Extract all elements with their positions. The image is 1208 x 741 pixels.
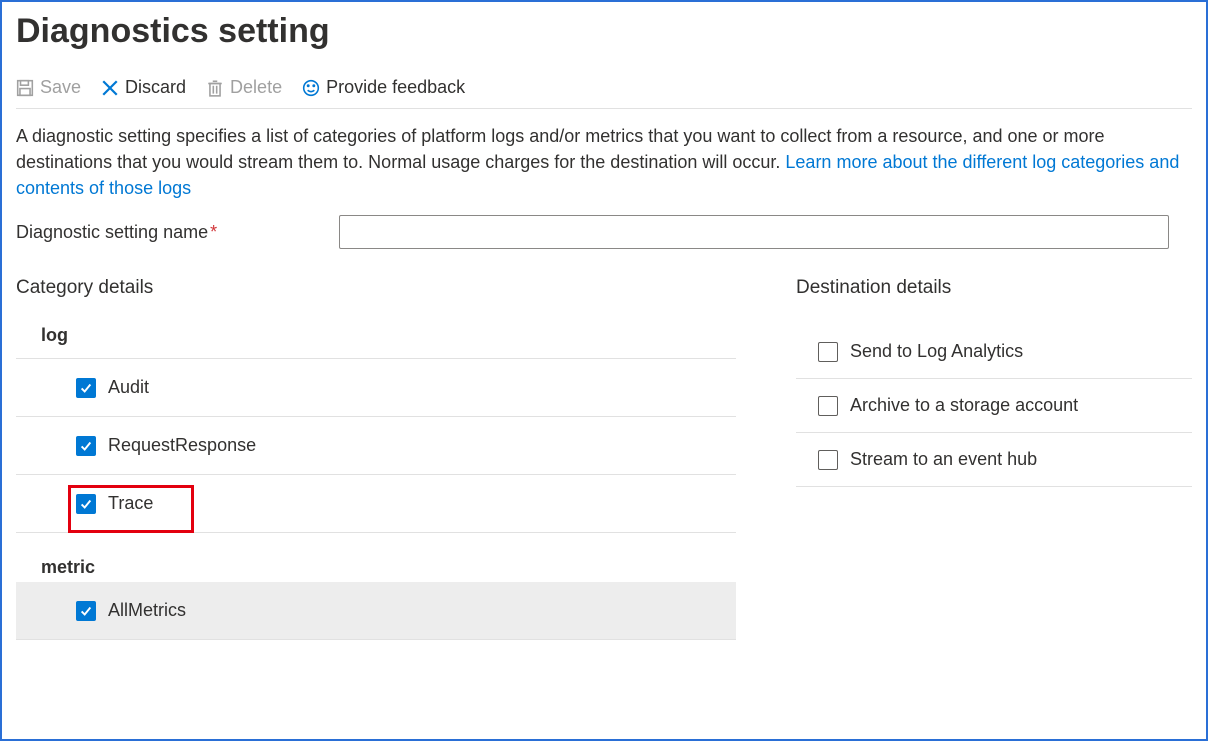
discard-button[interactable]: Discard [101, 77, 186, 98]
log-label: Trace [108, 493, 153, 514]
destination-row: Send to Log Analytics [796, 325, 1192, 379]
category-heading: Category details [16, 277, 736, 299]
trash-icon [206, 79, 224, 97]
log-group-label: log [16, 325, 736, 359]
destination-details-column: Destination details Send to Log Analytic… [796, 277, 1192, 640]
log-row: Trace [16, 475, 736, 533]
destination-row: Stream to an event hub [796, 433, 1192, 487]
name-label: Diagnostic setting name* [16, 222, 217, 243]
destination-label: Stream to an event hub [850, 449, 1037, 470]
log-row: RequestResponse [16, 417, 736, 475]
destination-checkbox[interactable] [818, 396, 838, 416]
metric-group-label: metric [16, 557, 736, 582]
log-checkbox[interactable] [76, 378, 96, 398]
log-checkbox[interactable] [76, 436, 96, 456]
discard-label: Discard [125, 77, 186, 98]
destination-checkbox[interactable] [818, 450, 838, 470]
destination-label: Send to Log Analytics [850, 341, 1023, 362]
feedback-label: Provide feedback [326, 77, 465, 98]
destination-heading: Destination details [796, 277, 1192, 299]
save-label: Save [40, 77, 81, 98]
diagnostic-setting-name-input[interactable] [339, 215, 1169, 249]
smiley-icon [302, 79, 320, 97]
metric-row: AllMetrics [16, 582, 736, 640]
log-checkbox[interactable] [76, 494, 96, 514]
category-details-column: Category details log Audit RequestRespons… [16, 277, 736, 640]
log-label: RequestResponse [108, 435, 256, 456]
destination-checkbox[interactable] [818, 342, 838, 362]
description-text: A diagnostic setting specifies a list of… [16, 123, 1192, 201]
toolbar: Save Discard Delete [16, 77, 1192, 109]
delete-button[interactable]: Delete [206, 77, 282, 98]
page-title: Diagnostics setting [16, 12, 1192, 51]
log-row: Audit [16, 359, 736, 417]
feedback-button[interactable]: Provide feedback [302, 77, 465, 98]
close-icon [101, 79, 119, 97]
save-button[interactable]: Save [16, 77, 81, 98]
required-marker: * [210, 222, 217, 242]
destination-label: Archive to a storage account [850, 395, 1078, 416]
name-field-row: Diagnostic setting name* [16, 215, 1192, 249]
metric-checkbox[interactable] [76, 601, 96, 621]
delete-label: Delete [230, 77, 282, 98]
destination-row: Archive to a storage account [796, 379, 1192, 433]
metric-label: AllMetrics [108, 600, 186, 621]
save-icon [16, 79, 34, 97]
log-label: Audit [108, 377, 149, 398]
